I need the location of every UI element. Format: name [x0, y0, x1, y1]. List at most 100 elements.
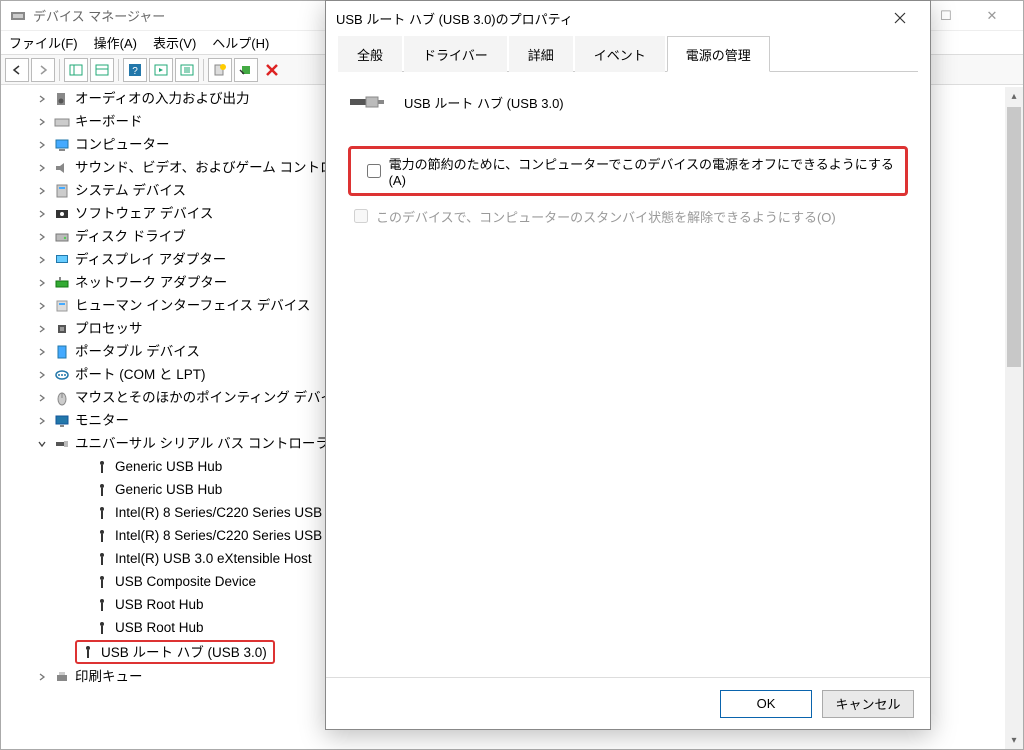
wake-checkbox — [354, 209, 368, 223]
props-content: USB ルート ハブ (USB 3.0) 電力の節約のために、コンピューターでこ… — [326, 72, 930, 677]
wake-checkbox-label: このデバイスで、コンピューターのスタンバイ状態を解除できるようにする(O) — [376, 207, 836, 226]
toolbar-scan-button[interactable] — [208, 58, 232, 82]
expander-icon[interactable] — [37, 393, 53, 403]
scroll-thumb[interactable] — [1007, 107, 1021, 367]
power-save-checkbox-label: 電力の節約のために、コンピューターでこのデバイスの電源をオフにできるようにする(… — [389, 154, 895, 188]
props-title: USB ルート ハブ (USB 3.0)のプロパティ — [336, 9, 573, 28]
toolbar-button-4[interactable] — [175, 58, 199, 82]
props-tab-0[interactable]: 全般 — [338, 36, 402, 72]
menu-file[interactable]: ファイル(F) — [9, 33, 78, 52]
expander-icon[interactable] — [37, 672, 53, 682]
device-name-label: USB ルート ハブ (USB 3.0) — [404, 93, 564, 112]
ok-button[interactable]: OK — [720, 690, 812, 718]
display-icon — [53, 251, 71, 269]
tree-node-label: プロセッサ — [75, 317, 143, 340]
expander-icon[interactable] — [37, 439, 53, 449]
speaker-icon — [53, 90, 71, 108]
expander-icon[interactable] — [37, 117, 53, 127]
tree-node-label: ソフトウェア デバイス — [75, 202, 213, 225]
disk-icon — [53, 228, 71, 246]
props-titlebar: USB ルート ハブ (USB 3.0)のプロパティ — [326, 1, 930, 35]
tree-node-label: マウスとそのほかのポインティング デバイス — [75, 386, 347, 409]
expander-icon[interactable] — [37, 301, 53, 311]
cancel-button[interactable]: キャンセル — [822, 690, 914, 718]
scroll-up-arrow-icon[interactable]: ▴ — [1005, 87, 1023, 105]
portable-icon — [53, 343, 71, 361]
tree-node-label: USB Composite Device — [115, 570, 256, 593]
expander-icon[interactable] — [37, 232, 53, 242]
network-icon — [53, 274, 71, 292]
device-properties-dialog: USB ルート ハブ (USB 3.0)のプロパティ 全般ドライバー詳細イベント… — [325, 0, 931, 730]
usbchild-icon — [93, 550, 111, 568]
monitor-icon — [53, 412, 71, 430]
tree-node-label: オーディオの入力および出力 — [75, 87, 250, 110]
usb-icon — [53, 435, 71, 453]
sound-icon — [53, 159, 71, 177]
tree-node-label: コンピューター — [75, 133, 170, 156]
tree-node-label: Intel(R) 8 Series/C220 Series USB — [115, 524, 322, 547]
props-button-bar: OK キャンセル — [326, 677, 930, 729]
props-tabs: 全般ドライバー詳細イベント電源の管理 — [338, 35, 918, 72]
expander-icon[interactable] — [37, 94, 53, 104]
toolbar-forward-button[interactable] — [31, 58, 55, 82]
toolbar-back-button[interactable] — [5, 58, 29, 82]
tree-node-label: ポート (COM と LPT) — [75, 363, 206, 386]
expander-icon[interactable] — [37, 186, 53, 196]
usbchild-icon — [93, 504, 111, 522]
toolbar-separator — [203, 59, 204, 81]
computer-icon — [53, 136, 71, 154]
menu-help[interactable]: ヘルプ(H) — [212, 33, 269, 52]
usbchild-icon — [93, 481, 111, 499]
tree-node-label: USB ルート ハブ (USB 3.0) — [101, 641, 267, 664]
svg-text:?: ? — [132, 66, 138, 76]
toolbar-button-3[interactable] — [149, 58, 173, 82]
tree-node-label: 印刷キュー — [75, 665, 143, 688]
menu-action[interactable]: 操作(A) — [94, 33, 137, 52]
toolbar-help-button[interactable]: ? — [123, 58, 147, 82]
expander-icon[interactable] — [37, 140, 53, 150]
expander-icon[interactable] — [37, 163, 53, 173]
usbchild-icon — [93, 458, 111, 476]
power-save-checkbox[interactable] — [367, 164, 381, 178]
tree-node-label: ポータブル デバイス — [75, 340, 200, 363]
mouse-icon — [53, 389, 71, 407]
tree-node-label: ネットワーク アダプター — [75, 271, 227, 294]
tree-node-label: USB Root Hub — [115, 616, 204, 639]
tree-node-label: Generic USB Hub — [115, 478, 222, 501]
expander-icon[interactable] — [37, 370, 53, 380]
props-close-button[interactable] — [880, 4, 920, 32]
highlight-selected-device[interactable]: USB ルート ハブ (USB 3.0) — [75, 640, 275, 664]
toolbar-update-button[interactable] — [234, 58, 258, 82]
tree-node-label: Intel(R) USB 3.0 eXtensible Host — [115, 547, 312, 570]
tree-node-label: ヒューマン インターフェイス デバイス — [75, 294, 310, 317]
dm-title: デバイス マネージャー — [33, 6, 165, 25]
dm-scrollbar[interactable]: ▴ ▾ — [1005, 87, 1023, 749]
close-icon — [894, 12, 906, 24]
toolbar-button-1[interactable] — [64, 58, 88, 82]
menu-view[interactable]: 表示(V) — [153, 33, 196, 52]
expander-icon[interactable] — [37, 324, 53, 334]
expander-icon[interactable] — [37, 278, 53, 288]
props-tab-2[interactable]: 詳細 — [509, 36, 573, 72]
tree-node-label: Intel(R) 8 Series/C220 Series USB — [115, 501, 322, 524]
scroll-down-arrow-icon[interactable]: ▾ — [1005, 731, 1023, 749]
toolbar-separator — [59, 59, 60, 81]
tree-node-label: システム デバイス — [75, 179, 186, 202]
highlight-checkbox-1: 電力の節約のために、コンピューターでこのデバイスの電源をオフにできるようにする(… — [348, 146, 908, 196]
expander-icon[interactable] — [37, 416, 53, 426]
expander-icon[interactable] — [37, 347, 53, 357]
toolbar-delete-button[interactable] — [260, 58, 284, 82]
expander-icon[interactable] — [37, 255, 53, 265]
usb-plug-icon — [348, 90, 386, 114]
power-save-checkbox-row[interactable]: 電力の節約のために、コンピューターでこのデバイスの電源をオフにできるようにする(… — [367, 157, 895, 185]
props-tab-4[interactable]: 電源の管理 — [667, 36, 770, 72]
tree-node-label: キーボード — [75, 110, 143, 133]
props-tab-3[interactable]: イベント — [575, 36, 665, 72]
toolbar-button-2[interactable] — [90, 58, 114, 82]
expander-icon[interactable] — [37, 209, 53, 219]
dm-close-button[interactable]: ✕ — [969, 2, 1015, 30]
usbchild-icon — [93, 573, 111, 591]
usbchild-icon — [93, 527, 111, 545]
cpu-icon — [53, 320, 71, 338]
props-tab-1[interactable]: ドライバー — [404, 36, 507, 72]
